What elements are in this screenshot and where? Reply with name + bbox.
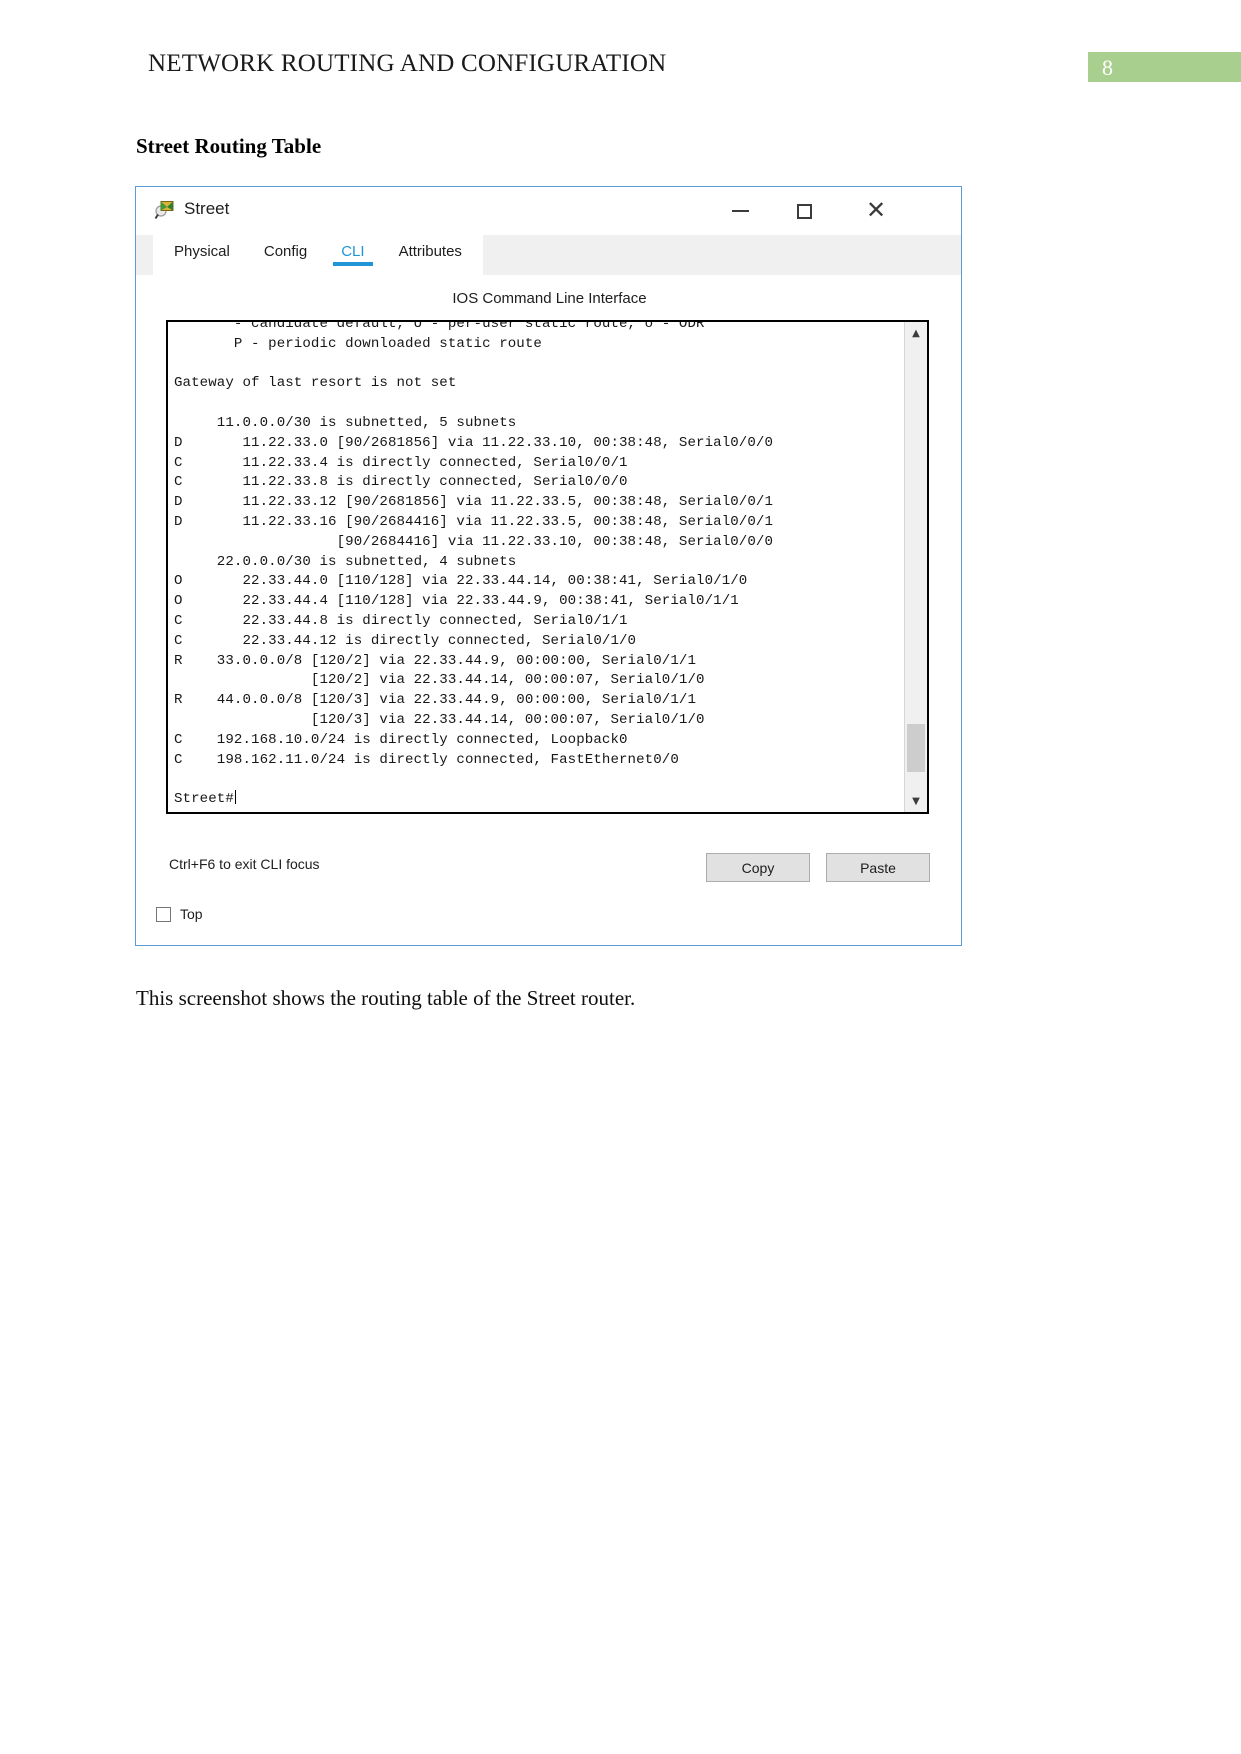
maximize-button[interactable]	[773, 187, 835, 235]
close-icon: ✕	[865, 197, 887, 224]
close-button[interactable]: ✕	[845, 187, 907, 235]
paste-button[interactable]: Paste	[826, 853, 930, 882]
scroll-down-icon[interactable]: ▼	[905, 790, 927, 812]
cli-panel: IOS Command Line Interface * - candidate…	[153, 275, 946, 900]
window-tabstrip: Physical Config CLI Attributes	[136, 235, 961, 275]
document-header: NETWORK ROUTING AND CONFIGURATION 8	[0, 0, 1241, 110]
window-title: Street	[184, 199, 230, 218]
terminal-cursor	[234, 790, 236, 805]
window-titlebar: Street ✕	[136, 187, 961, 235]
scroll-up-icon[interactable]: ▲	[905, 322, 927, 344]
tab-config[interactable]: Config	[247, 235, 324, 275]
packet-tracer-device-window: Street ✕ Physical Config CLI Attributes …	[135, 186, 962, 946]
figure-caption: This screenshot shows the routing table …	[136, 986, 636, 1010]
cli-terminal[interactable]: * - candidate default, U - per-user stat…	[166, 320, 929, 814]
copy-button[interactable]: Copy	[706, 853, 810, 882]
document-header-title: NETWORK ROUTING AND CONFIGURATION	[148, 50, 667, 77]
packet-tracer-device-icon	[153, 198, 177, 222]
minimize-icon	[731, 210, 749, 212]
page-number-badge: 8	[1088, 52, 1241, 82]
top-checkbox-label: Top	[180, 906, 203, 922]
window-footer: Top	[136, 898, 961, 945]
cli-terminal-text: * - candidate default, U - per-user stat…	[174, 320, 774, 808]
section-heading: Street Routing Table	[136, 134, 322, 158]
minimize-button[interactable]	[709, 187, 771, 235]
terminal-scrollbar[interactable]: ▲ ▼	[904, 322, 927, 812]
checkbox-icon[interactable]	[156, 906, 171, 922]
page-number: 8	[1102, 55, 1113, 80]
scrollbar-thumb[interactable]	[907, 724, 925, 772]
maximize-icon	[796, 203, 812, 219]
tab-cli[interactable]: CLI	[324, 235, 381, 275]
cli-focus-hint: Ctrl+F6 to exit CLI focus	[169, 856, 320, 872]
top-checkbox[interactable]: Top	[156, 906, 203, 922]
cli-panel-title: IOS Command Line Interface	[452, 290, 647, 307]
tab-physical[interactable]: Physical	[157, 235, 247, 275]
tab-attributes[interactable]: Attributes	[382, 235, 479, 275]
